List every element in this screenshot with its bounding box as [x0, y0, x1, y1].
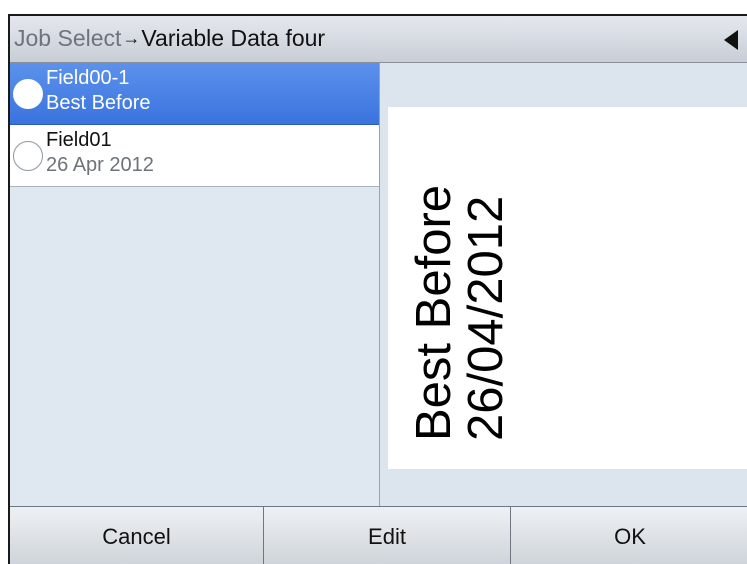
preview-line-2: 26/04/2012: [459, 195, 513, 441]
radio-button[interactable]: [13, 79, 43, 109]
list-item-field01[interactable]: Field01 26 Apr 2012: [10, 125, 379, 187]
header-bar: Job Select→Variable Data four: [10, 16, 747, 63]
footer-bar: Cancel Edit OK: [10, 506, 747, 564]
breadcrumb-parent[interactable]: Job Select: [14, 25, 121, 51]
back-triangle-icon[interactable]: [724, 30, 738, 50]
breadcrumb-current: Variable Data four: [141, 25, 326, 51]
app-window: Job Select→Variable Data four Field00-1 …: [8, 14, 747, 564]
edit-button[interactable]: Edit: [264, 507, 511, 564]
field-list: Field00-1 Best Before Field01 26 Apr 201…: [10, 63, 380, 506]
field-name: Field00-1: [46, 67, 130, 89]
field-value: Best Before: [46, 92, 151, 114]
breadcrumb: Job Select→Variable Data four: [14, 24, 325, 54]
breadcrumb-arrow-icon: →: [122, 28, 141, 48]
radio-button[interactable]: [13, 141, 43, 171]
ok-button[interactable]: OK: [511, 507, 747, 564]
label-preview-canvas: Best Before 26/04/2012: [388, 107, 747, 469]
preview-line-1: Best Before: [407, 184, 461, 441]
field-name: Field01: [46, 129, 112, 151]
cancel-button[interactable]: Cancel: [10, 507, 264, 564]
label-preview-panel: Best Before 26/04/2012: [380, 63, 747, 506]
field-value: 26 Apr 2012: [46, 154, 154, 176]
list-item-field00-1[interactable]: Field00-1 Best Before: [10, 63, 379, 125]
preview-text: Best Before 26/04/2012: [407, 184, 513, 441]
